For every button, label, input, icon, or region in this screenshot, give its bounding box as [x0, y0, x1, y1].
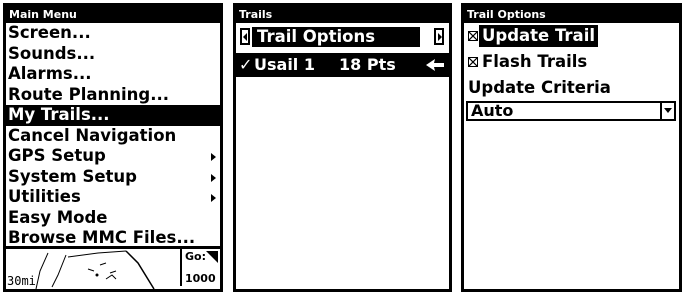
menu-item[interactable]: My Trails...: [6, 105, 220, 126]
tab-prev-button[interactable]: [240, 28, 250, 45]
tab-next-button[interactable]: [434, 28, 444, 45]
checked-x-icon: [469, 32, 477, 40]
menu-item[interactable]: Cancel Navigation: [6, 126, 220, 147]
main-menu-list: Screen... Sounds... Alarms... Route Plannin…: [6, 23, 220, 249]
trail-options-screen: Trail Options Update Trail Flash Trails …: [461, 3, 682, 292]
menu-item-label: Cancel Navigation: [8, 125, 177, 145]
update-trail-label: Update Trail: [479, 25, 599, 47]
goto-label: Go:: [185, 250, 206, 263]
goto-box: Go: 1000: [180, 249, 220, 286]
menu-item-label: Sounds...: [8, 43, 96, 63]
chevron-left-icon: [243, 33, 247, 41]
map-preview: 30mi Go: 1000: [6, 246, 220, 289]
menu-item-label: Utilities: [8, 187, 81, 206]
update-criteria-select[interactable]: Auto: [466, 101, 676, 121]
menu-item-label: GPS Setup: [8, 146, 106, 165]
chevron-right-icon: [438, 33, 442, 41]
menu-item[interactable]: System Setup: [6, 167, 220, 188]
tab-trail-options[interactable]: Trail Options: [252, 27, 420, 47]
submenu-arrow-icon: [211, 173, 216, 182]
trails-tab-bar: Trail Options: [236, 25, 449, 49]
update-criteria-value: Auto: [471, 101, 514, 120]
update-criteria-label: Update Criteria: [468, 78, 611, 97]
menu-item-label: Easy Mode: [8, 207, 108, 227]
dropdown-button[interactable]: [660, 103, 674, 119]
menu-item-label: Route Planning...: [8, 84, 170, 104]
submenu-arrow-icon: [211, 194, 216, 202]
menu-item[interactable]: Utilities: [6, 187, 220, 208]
goto-pointer-icon: [206, 251, 218, 263]
chevron-down-icon: [664, 108, 672, 113]
menu-item[interactable]: Alarms...: [6, 64, 220, 85]
menu-item[interactable]: Route Planning...: [6, 85, 220, 106]
menu-item-label: Screen...: [8, 23, 91, 42]
menu-item-label: System Setup: [8, 166, 137, 186]
submenu-arrow-icon: [211, 153, 216, 161]
trail-options-title: Trail Options: [464, 6, 679, 23]
option-update-trail[interactable]: Update Trail: [464, 23, 679, 49]
trail-visible-check-icon: ✓: [239, 55, 253, 74]
trail-name: Usail 1: [254, 55, 315, 74]
option-flash-trails[interactable]: Flash Trails: [464, 49, 679, 75]
flash-trails-checkbox[interactable]: [468, 57, 478, 67]
arrow-left-icon: [426, 59, 444, 71]
menu-item[interactable]: Easy Mode: [6, 208, 220, 229]
trail-points: 18 Pts: [339, 55, 396, 74]
update-trail-checkbox[interactable]: [468, 31, 478, 41]
menu-item[interactable]: Screen...: [6, 23, 220, 44]
menu-item[interactable]: Sounds...: [6, 44, 220, 65]
goto-value: 1000: [185, 272, 216, 285]
map-scale-label: 30mi: [7, 274, 36, 288]
main-menu-screen: Main Menu Screen... Sounds... Alarms... Rou…: [3, 3, 223, 292]
trail-list-item[interactable]: ✓ Usail 1 18 Pts: [236, 53, 449, 77]
menu-item-label: Browse MMC Files...: [8, 228, 196, 247]
trails-screen: Trails Trail Options ✓ Usail 1 18 Pts: [233, 3, 452, 292]
menu-item-label: My Trails...: [8, 105, 110, 124]
checked-x-icon: [469, 58, 477, 66]
menu-item[interactable]: GPS Setup: [6, 146, 220, 167]
trails-title: Trails: [236, 6, 449, 23]
menu-item-label: Alarms...: [8, 64, 92, 83]
main-menu-title: Main Menu: [6, 6, 220, 23]
flash-trails-label: Flash Trails: [482, 52, 588, 71]
